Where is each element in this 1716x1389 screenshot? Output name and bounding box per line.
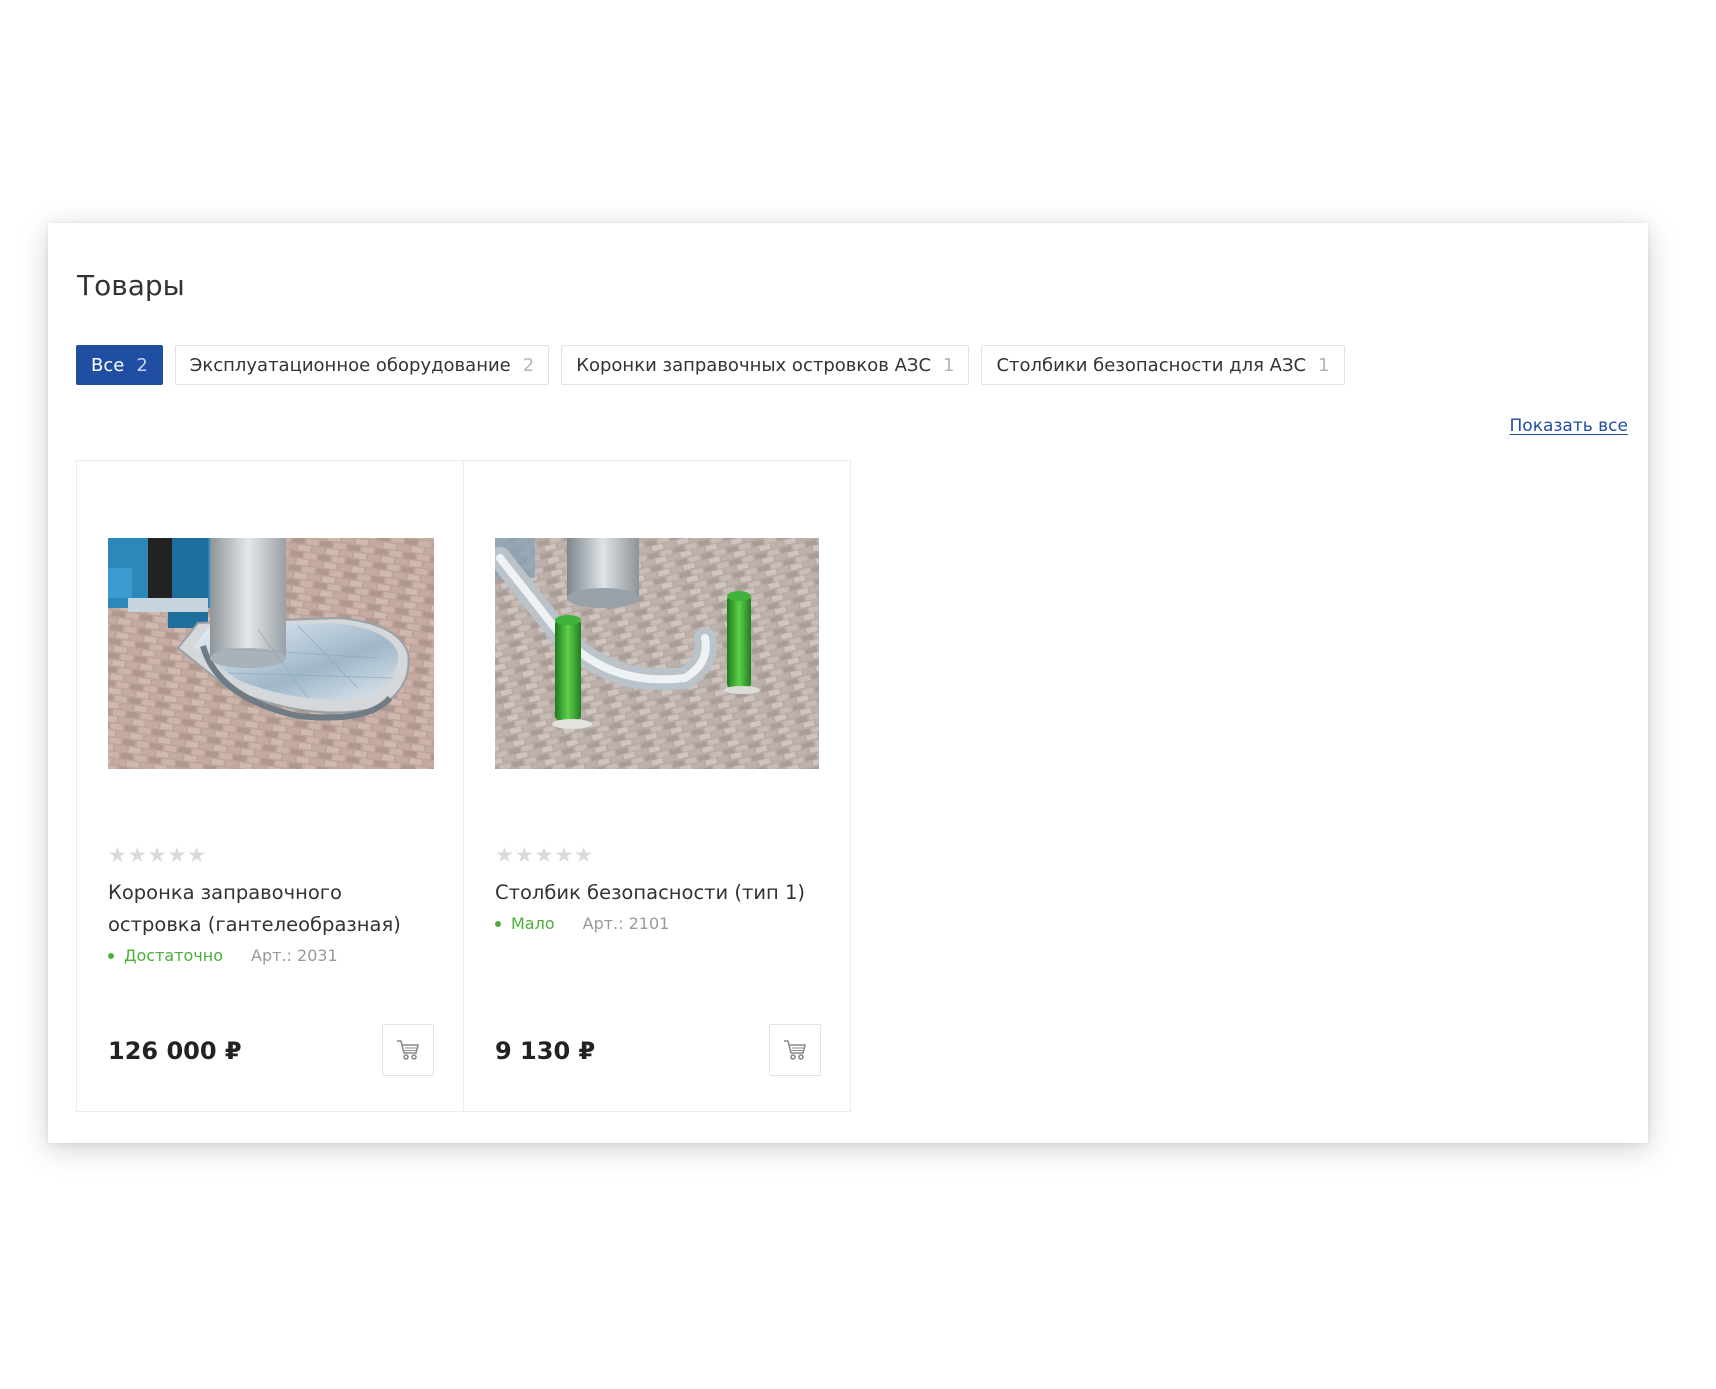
tab-label: Все xyxy=(91,354,125,376)
tab-label: Эксплуатационное оборудование xyxy=(189,354,511,376)
section-title: Товары xyxy=(77,269,185,302)
product-price: 9 130 ₽ xyxy=(495,1037,596,1065)
category-tabs: Все 2 Эксплуатационное оборудование 2 Ко… xyxy=(76,345,1345,385)
product-card[interactable]: ★★★★★ Коронка заправочного островка (ган… xyxy=(76,460,464,1112)
rating-stars[interactable]: ★★★★★ xyxy=(108,843,207,867)
show-all-link[interactable]: Показать все xyxy=(1510,416,1628,436)
rating-stars[interactable]: ★★★★★ xyxy=(495,843,594,867)
stock-status: Мало xyxy=(511,914,555,933)
product-card[interactable]: ★★★★★ Столбик безопасности (тип 1) Мало … xyxy=(463,460,851,1112)
stock-dot-icon xyxy=(495,920,501,927)
add-to-cart-button[interactable] xyxy=(382,1024,434,1076)
stock-status: Достаточно xyxy=(124,946,224,965)
tab-island-crowns[interactable]: Коронки заправочных островков АЗС 1 xyxy=(561,345,970,385)
tab-count: 1 xyxy=(1318,354,1330,376)
tab-count: 2 xyxy=(522,354,535,376)
product-grid: ★★★★★ Коронка заправочного островка (ган… xyxy=(76,460,851,1112)
cart-icon xyxy=(397,1040,419,1060)
product-name[interactable]: Столбик безопасности (тип 1) xyxy=(495,877,825,909)
tab-count: 2 xyxy=(136,354,148,376)
add-to-cart-button[interactable] xyxy=(769,1024,821,1076)
tab-safety-bollards[interactable]: Столбики безопасности для АЗС 1 xyxy=(981,345,1345,385)
tab-operational-equipment[interactable]: Эксплуатационное оборудование 2 xyxy=(174,345,550,385)
island-crown-photo[interactable] xyxy=(108,538,434,769)
product-meta: Мало Арт.: 2101 xyxy=(495,914,669,933)
tab-label: Столбики безопасности для АЗС xyxy=(996,354,1307,376)
safety-bollard-photo[interactable] xyxy=(495,538,819,769)
cart-icon xyxy=(784,1040,806,1060)
product-meta: Достаточно Арт.: 2031 xyxy=(108,946,338,965)
stock-dot-icon xyxy=(108,952,114,959)
product-sku: Арт.: 2101 xyxy=(582,914,670,933)
tab-count: 1 xyxy=(943,354,955,376)
product-name[interactable]: Коронка заправочного островка (гантелеоб… xyxy=(108,877,438,941)
tab-all[interactable]: Все 2 xyxy=(76,345,163,385)
product-sku: Арт.: 2031 xyxy=(251,946,338,965)
products-section: Товары Все 2 Эксплуатационное оборудован… xyxy=(48,223,1648,1143)
product-price: 126 000 ₽ xyxy=(108,1037,242,1065)
tab-label: Коронки заправочных островков АЗС xyxy=(576,354,932,376)
